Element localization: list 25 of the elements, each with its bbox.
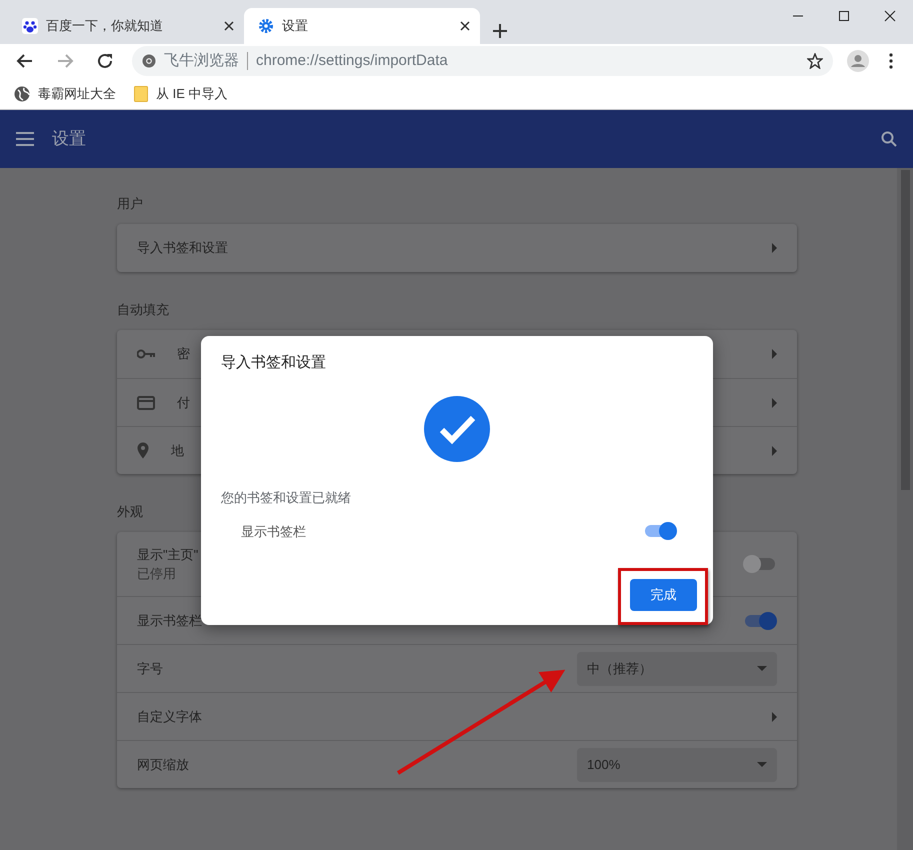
- bookmark-link[interactable]: 毒霸网址大全: [38, 84, 116, 104]
- setting-label: 密: [177, 346, 190, 362]
- dialog-message: 您的书签和设置已就绪: [221, 489, 352, 507]
- site-label: 飞牛浏览器: [164, 50, 239, 71]
- setting-label: 网页缩放: [137, 756, 189, 772]
- page-title: 设置: [52, 128, 87, 150]
- done-button[interactable]: 完成: [630, 579, 697, 611]
- setting-label: 导入书签和设置: [137, 240, 228, 256]
- setting-status: 已停用: [137, 565, 177, 583]
- address-bar[interactable]: 飞牛浏览器 chrome://settings/importData: [132, 46, 833, 76]
- setting-label: 字号: [137, 660, 163, 676]
- dialog-title: 导入书签和设置: [221, 354, 327, 372]
- setting-label: 显示书签栏: [241, 522, 307, 540]
- setting-label: 地: [171, 442, 184, 458]
- setting-label: 自定义字体: [137, 708, 202, 724]
- setting-label: 付: [177, 394, 190, 410]
- url-text: chrome://settings/importData: [256, 50, 449, 71]
- section-title: 用户: [117, 195, 144, 208]
- setting-label: 显示"主页": [137, 546, 200, 564]
- browser-tab[interactable]: 设置: [244, 8, 480, 44]
- setting-label: 显示书签栏: [137, 612, 202, 628]
- browser-tab[interactable]: 百度一下，你就知道: [8, 8, 244, 44]
- bookmark-link[interactable]: 从 IE 中导入: [156, 84, 228, 104]
- section-title: 外观: [117, 503, 144, 516]
- section-title: 自动填充: [117, 301, 170, 314]
